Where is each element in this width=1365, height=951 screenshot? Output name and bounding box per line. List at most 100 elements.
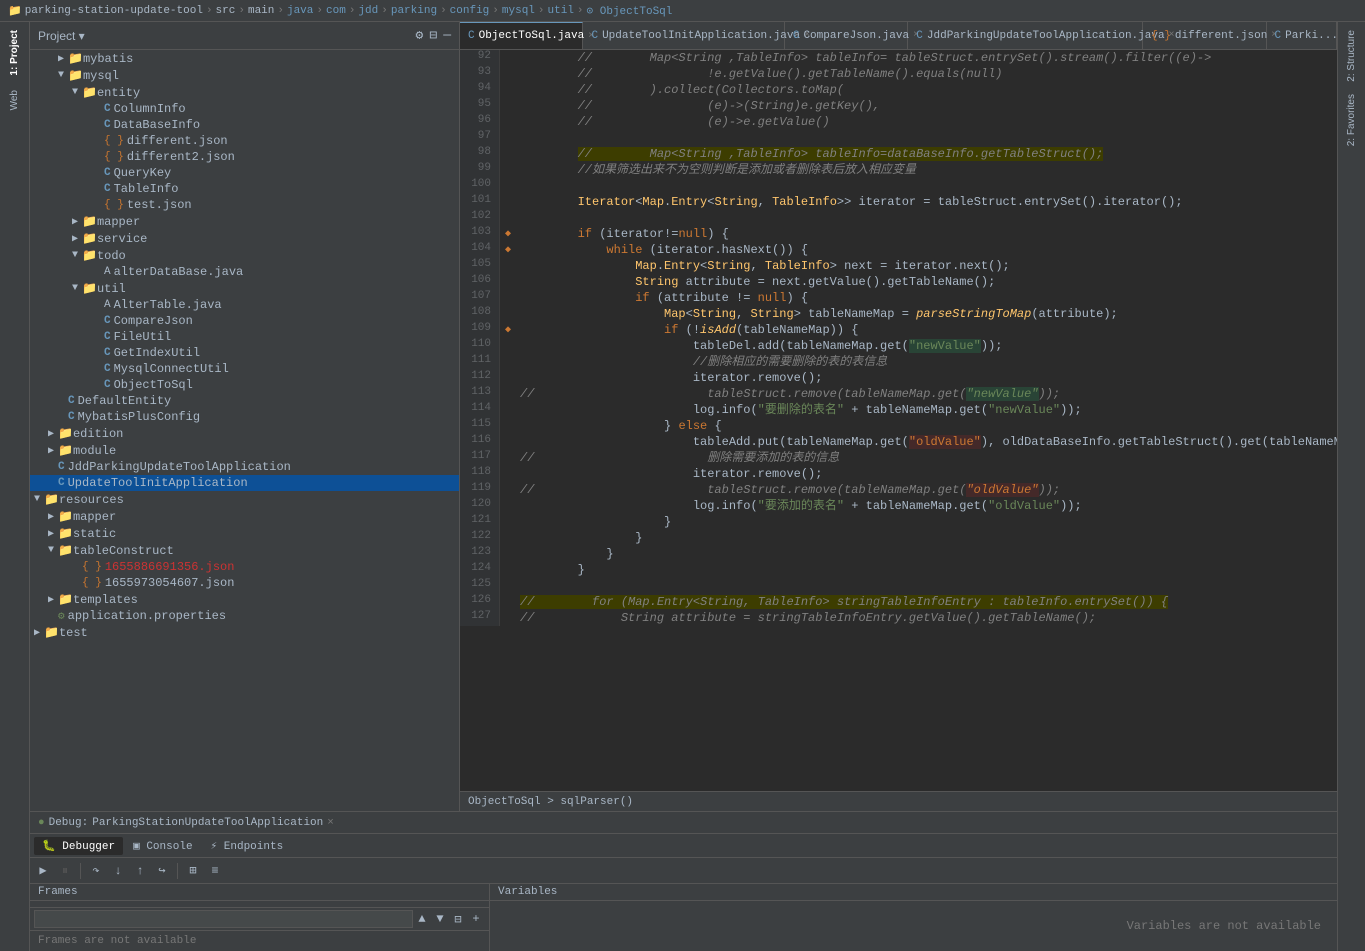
line-gutter <box>500 578 516 594</box>
tree-item-util[interactable]: ▼ 📁 util <box>30 280 459 297</box>
line-gutter: ◆ <box>500 322 516 338</box>
tree-item-json2[interactable]: ▶ { } 1655973054607.json <box>30 575 459 591</box>
line-content: iterator.remove(); <box>516 466 1337 482</box>
frames-up-btn[interactable]: ▲ <box>413 910 431 928</box>
tree-item-DataBaseInfo[interactable]: ▶ C DataBaseInfo <box>30 117 459 133</box>
step-over-btn[interactable]: ↷ <box>87 862 105 880</box>
line-number: 104 <box>460 242 500 258</box>
step-out-btn[interactable]: ↑ <box>131 862 149 880</box>
line-number: 98 <box>460 146 500 162</box>
tree-label: QueryKey <box>114 166 172 180</box>
line-content: String attribute = next.getValue().getTa… <box>516 274 1337 290</box>
tab-parki[interactable]: C Parki... <box>1267 22 1337 49</box>
line-gutter <box>500 402 516 418</box>
java-class-icon: C <box>68 411 75 423</box>
evaluate-btn[interactable]: ⊞ <box>184 862 202 880</box>
code-line-111: 111 //删除相应的需要删除的表的表信息 <box>460 354 1337 370</box>
tree-item-MybatisPlusConfig[interactable]: ▶ C MybatisPlusConfig <box>30 409 459 425</box>
side-tab-project[interactable]: 1: Project <box>7 24 22 82</box>
tree-item-mybatis[interactable]: ▶ 📁 mybatis <box>30 50 459 67</box>
frames-search-input[interactable] <box>34 910 413 928</box>
tree-item-TableInfo[interactable]: ▶ C TableInfo <box>30 181 459 197</box>
tree-item-todo[interactable]: ▼ 📁 todo <box>30 247 459 264</box>
tree-item-json1[interactable]: ▶ { } 1655886691356.json <box>30 559 459 575</box>
tree-item-CompareJson[interactable]: ▶ C CompareJson <box>30 313 459 329</box>
tree-label: DataBaseInfo <box>114 118 200 132</box>
tree-item-service[interactable]: ▶ 📁 service <box>30 230 459 247</box>
code-line-117: 117 // 删除需要添加的表的信息 <box>460 450 1337 466</box>
tree-item-ColumnInfo[interactable]: ▶ C ColumnInfo <box>30 101 459 117</box>
java-class-icon: C <box>58 477 65 489</box>
tree-item-GetIndexUtil[interactable]: ▶ C GetIndexUtil <box>30 345 459 361</box>
tree-item-DefaultEntity[interactable]: ▶ C DefaultEntity <box>30 393 459 409</box>
breadcrumb-config: config <box>450 5 490 17</box>
tree-item-test-json[interactable]: ▶ { } test.json <box>30 197 459 213</box>
tree-item-JddParking[interactable]: ▶ C JddParkingUpdateToolApplication <box>30 459 459 475</box>
tab-UpdateToolInit[interactable]: C UpdateToolInitApplication.java × <box>583 22 784 49</box>
tab-JddParking[interactable]: C JddParkingUpdateToolApplication.java × <box>908 22 1143 49</box>
line-number: 119 <box>460 482 500 498</box>
bottom-tab-debugger[interactable]: 🐛 Debugger <box>34 837 123 855</box>
side-tab-web[interactable]: Web <box>7 84 22 116</box>
tree-item-entity[interactable]: ▼ 📁 entity <box>30 84 459 101</box>
tree-item-MysqlConnectUtil[interactable]: ▶ C MysqlConnectUtil <box>30 361 459 377</box>
line-gutter <box>500 258 516 274</box>
tree-label: module <box>73 444 116 458</box>
tree-item-QueryKey[interactable]: ▶ C QueryKey <box>30 165 459 181</box>
line-number: 124 <box>460 562 500 578</box>
code-line-120: 120 log.info("要添加的表名" + tableNameMap.get… <box>460 498 1337 514</box>
frames-plus-btn[interactable]: + <box>467 910 485 928</box>
tree-item-tableConstruct[interactable]: ▼ 📁 tableConstruct <box>30 542 459 559</box>
minus-icon[interactable]: ─ <box>443 28 451 43</box>
debug-close[interactable]: × <box>327 817 334 829</box>
tree-item-edition[interactable]: ▶ 📁 edition <box>30 425 459 442</box>
tree-label: MybatisPlusConfig <box>78 410 200 424</box>
tree-item-different2-json[interactable]: ▶ { } different2.json <box>30 149 459 165</box>
tree-item-FileUtil[interactable]: ▶ C FileUtil <box>30 329 459 345</box>
frames-down-btn[interactable]: ▼ <box>431 910 449 928</box>
tab-different-json[interactable]: { } different.json × <box>1143 22 1266 49</box>
tree-item-resources[interactable]: ▼ 📁 resources <box>30 491 459 508</box>
line-content: Map<String, String> tableNameMap = parse… <box>516 306 1337 322</box>
tree-item-test[interactable]: ▶ 📁 test <box>30 624 459 641</box>
line-gutter <box>500 594 516 610</box>
breadcrumb-main: main <box>248 5 274 17</box>
code-line-124: 124 } <box>460 562 1337 578</box>
tab-ObjectToSql[interactable]: C ObjectToSql.java × <box>460 22 583 49</box>
tree-item-mapper-res[interactable]: ▶ 📁 mapper <box>30 508 459 525</box>
tree-item-ObjectToSql[interactable]: ▶ C ObjectToSql <box>30 377 459 393</box>
gear-icon[interactable]: ⚙ <box>416 28 424 43</box>
tree-arrow: ▶ <box>68 216 82 228</box>
line-content: // !e.getValue().getTableName().equals(n… <box>516 66 1337 82</box>
line-gutter <box>500 66 516 82</box>
line-gutter: ◆ <box>500 242 516 258</box>
pause-btn[interactable]: ⏸ <box>56 862 74 880</box>
tree-item-module[interactable]: ▶ 📁 module <box>30 442 459 459</box>
code-editor[interactable]: 92 // Map<String ,TableInfo> tableInfo= … <box>460 50 1337 791</box>
tree-item-different-json[interactable]: ▶ { } different.json <box>30 133 459 149</box>
resume-btn[interactable]: ▶ <box>34 862 52 880</box>
run-to-cursor-btn[interactable]: ↪ <box>153 862 171 880</box>
tree-item-UpdateToolInit[interactable]: ▶ C UpdateToolInitApplication <box>30 475 459 491</box>
tree-item-mysql[interactable]: ▼ 📁 mysql <box>30 67 459 84</box>
java-class-icon: C <box>104 347 111 359</box>
bottom-tab-endpoints[interactable]: ⚡ Endpoints <box>203 837 292 855</box>
tree-label: different2.json <box>127 150 235 164</box>
tab-CompareJson[interactable]: C CompareJson.java × <box>785 22 908 49</box>
code-line-92: 92 // Map<String ,TableInfo> tableInfo= … <box>460 50 1337 66</box>
tree-item-templates[interactable]: ▶ 📁 templates <box>30 591 459 608</box>
watch-btn[interactable]: ≡ <box>206 862 224 880</box>
tree-item-static[interactable]: ▶ 📁 static <box>30 525 459 542</box>
line-content: // (e)->(String)e.getKey(), <box>516 98 1337 114</box>
tree-item-alterDataBase[interactable]: ▶ A alterDataBase.java <box>30 264 459 280</box>
step-into-btn[interactable]: ↓ <box>109 862 127 880</box>
tree-item-mapper[interactable]: ▶ 📁 mapper <box>30 213 459 230</box>
layout-icon[interactable]: ⊟ <box>429 28 437 43</box>
tree-item-app-props[interactable]: ▶ ⚙ application.properties <box>30 608 459 624</box>
side-tab-favorites[interactable]: 2: Favorites <box>1344 88 1359 152</box>
frames-filter-btn[interactable]: ⊟ <box>449 910 467 928</box>
code-line-118: 118 iterator.remove(); <box>460 466 1337 482</box>
side-tab-structure[interactable]: 2: Structure <box>1344 24 1359 88</box>
tree-item-AlterTable[interactable]: ▶ A AlterTable.java <box>30 297 459 313</box>
bottom-tab-console[interactable]: ▣ Console <box>125 837 200 855</box>
